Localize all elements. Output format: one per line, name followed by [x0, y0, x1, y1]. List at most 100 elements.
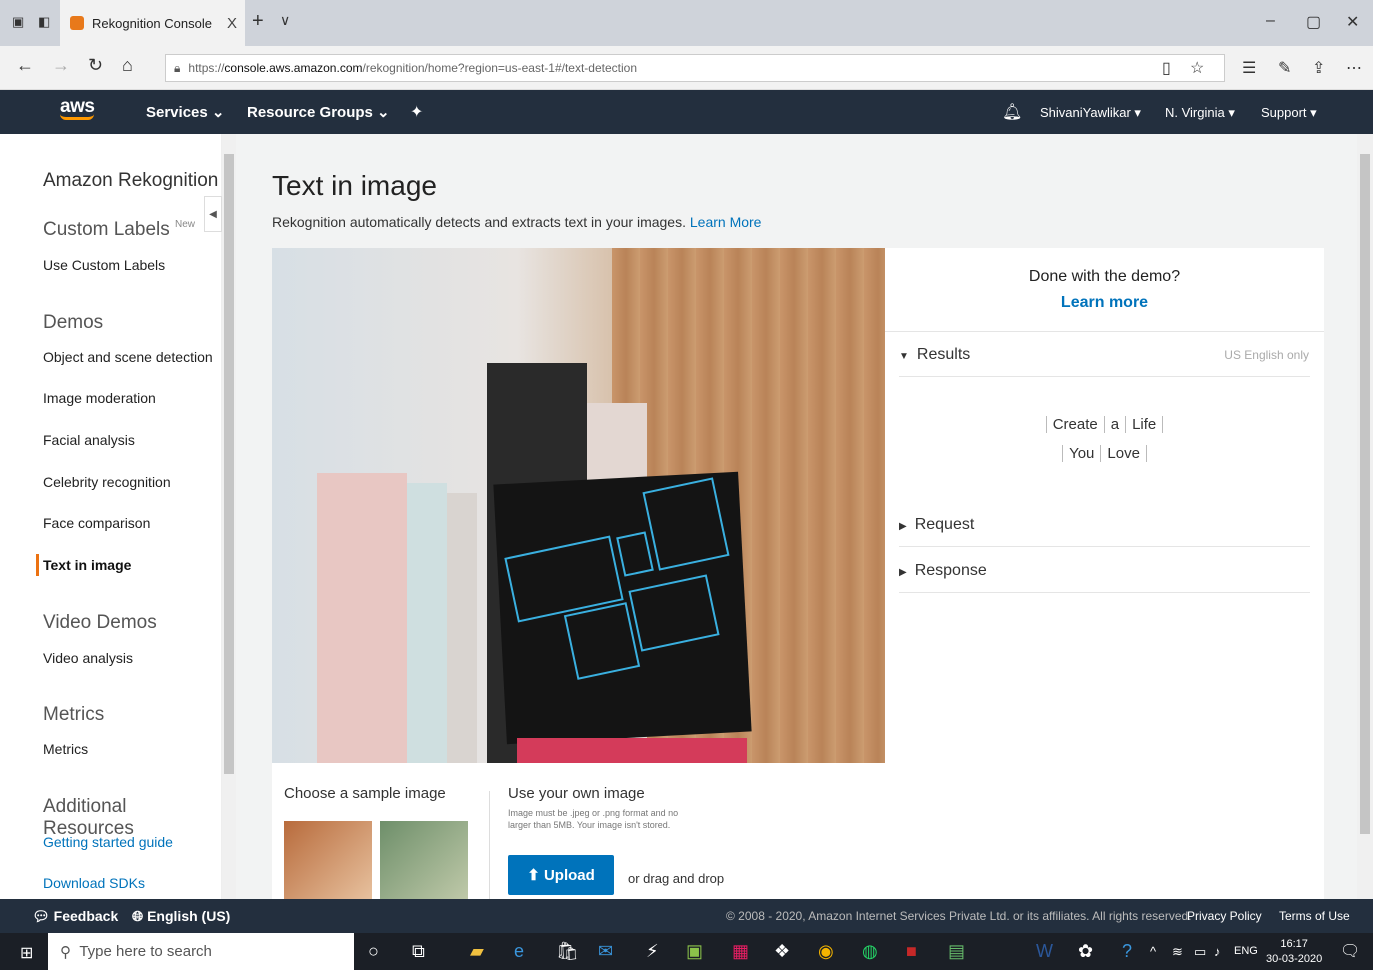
- upload-icon: ⬆: [527, 867, 544, 884]
- minimize-icon[interactable]: –: [1266, 12, 1275, 30]
- request-divider: [899, 546, 1310, 547]
- app-icon[interactable]: ⚡︎: [646, 941, 659, 962]
- sidebar-scroll-thumb[interactable]: [224, 154, 234, 774]
- task-view-icon[interactable]: ⧉: [412, 941, 425, 962]
- tray-expand-icon[interactable]: ^: [1150, 944, 1156, 959]
- url-field[interactable]: 🔒︎ https://console.aws.amazon.com/rekogn…: [165, 54, 1225, 82]
- whatsapp-icon[interactable]: ◍: [862, 941, 878, 962]
- sidebar-title[interactable]: Amazon Rekognition: [43, 170, 218, 192]
- request-toggle[interactable]: ▶ Request: [899, 516, 974, 534]
- file-explorer-icon[interactable]: ▰: [470, 941, 484, 962]
- feedback-button[interactable]: 💬︎ Feedback: [32, 908, 118, 925]
- new-tab-button[interactable]: +: [252, 10, 264, 33]
- detection-box-you: [563, 602, 641, 680]
- sidebar-item-image-moderation[interactable]: Image moderation: [43, 390, 156, 406]
- done-demo-text: Done with the demo?: [1028, 268, 1181, 285]
- pen-icon[interactable]: ✎: [1278, 58, 1291, 78]
- tab-menu-chevron-icon[interactable]: ∨: [280, 12, 290, 29]
- new-badge: New: [175, 219, 196, 230]
- back-icon[interactable]: ←: [16, 55, 34, 76]
- pin-icon[interactable]: ✦: [410, 102, 423, 122]
- results-panel: Done with the demo? Learn more ▼ Results …: [885, 248, 1324, 899]
- results-toggle[interactable]: ▼ Results: [899, 346, 970, 364]
- share-icon[interactable]: ⇪: [1312, 58, 1325, 78]
- taskbar-search[interactable]: ⚲ Type here to search: [48, 933, 354, 970]
- collapse-sidebar-icon[interactable]: ◀: [204, 196, 222, 232]
- notifications-icon[interactable]: 🗨︎: [1340, 941, 1360, 961]
- tab-actions-icon[interactable]: ▣: [12, 14, 24, 30]
- sidebar-item-video-analysis[interactable]: Video analysis: [43, 650, 133, 666]
- sidebar-item-celebrity-recognition[interactable]: Celebrity recognition: [43, 474, 171, 490]
- store-icon[interactable]: 🛍︎: [556, 941, 579, 962]
- address-bar-row: ← → ↻ ⌂ 🔒︎ https://console.aws.amazon.co…: [0, 46, 1373, 90]
- user-menu[interactable]: ShivaniYawlikar ▾: [1040, 105, 1141, 121]
- favorites-hub-icon[interactable]: ☰: [1242, 58, 1256, 78]
- page-scroll-thumb[interactable]: [1360, 154, 1370, 834]
- chrome-icon[interactable]: ◉: [818, 941, 834, 962]
- sidebar-item-text-in-image[interactable]: Text in image: [43, 557, 131, 573]
- favorite-star-icon[interactable]: ☆: [1190, 58, 1204, 78]
- page-scrollbar[interactable]: [1357, 134, 1373, 899]
- sample-thumbnail-mug[interactable]: [284, 821, 372, 899]
- edge-icon[interactable]: e: [514, 941, 524, 962]
- sidebar-item-object-scene[interactable]: Object and scene detection: [43, 349, 213, 365]
- sidebar-item-metrics[interactable]: Metrics: [43, 741, 88, 757]
- language-selector[interactable]: 🌐︎ English (US): [132, 908, 230, 925]
- windows-start-icon[interactable]: ⊞: [20, 943, 33, 963]
- subtitle-text: Rekognition automatically detects and ex…: [272, 214, 686, 230]
- page-title: Text in image: [272, 170, 437, 201]
- detected-word[interactable]: Love: [1100, 445, 1147, 462]
- sidebar-scrollbar[interactable]: [222, 134, 236, 899]
- bell-icon[interactable]: 🔔︎: [1002, 102, 1022, 122]
- privacy-policy-link[interactable]: Privacy Policy: [1187, 909, 1262, 923]
- network-icon[interactable]: ≋: [1172, 944, 1183, 960]
- sidebar-item-facial-analysis[interactable]: Facial analysis: [43, 432, 135, 448]
- sidebar-item-face-comparison[interactable]: Face comparison: [43, 515, 150, 531]
- resource-groups-menu[interactable]: Resource Groups ⌄: [247, 103, 390, 121]
- upload-button[interactable]: ⬆ Upload: [508, 855, 614, 895]
- app-icon[interactable]: ■: [906, 941, 917, 962]
- refresh-icon[interactable]: ↻: [88, 55, 103, 76]
- terms-of-use-link[interactable]: Terms of Use: [1279, 909, 1350, 923]
- taskbar-clock[interactable]: 16:17 30-03-2020: [1266, 937, 1322, 967]
- sample-thumbnail-car[interactable]: [380, 821, 468, 899]
- home-icon[interactable]: ⌂: [122, 55, 133, 76]
- mail-icon[interactable]: ✉: [598, 941, 613, 962]
- maximize-icon[interactable]: ▢: [1306, 12, 1321, 32]
- set-aside-tabs-icon[interactable]: ◧: [38, 14, 50, 30]
- learn-more-panel-link[interactable]: Learn more: [885, 294, 1324, 312]
- cortana-icon[interactable]: ○: [368, 941, 379, 962]
- detected-word[interactable]: You: [1062, 445, 1101, 462]
- app-icon[interactable]: ▦: [732, 941, 749, 962]
- support-menu[interactable]: Support ▾: [1261, 105, 1317, 121]
- sidebar-item-use-custom-labels[interactable]: Use Custom Labels: [43, 257, 165, 273]
- aws-logo[interactable]: aws: [60, 96, 95, 120]
- detected-word[interactable]: Create: [1045, 416, 1104, 433]
- input-language[interactable]: ENG: [1234, 945, 1258, 957]
- app-icon[interactable]: ✿: [1078, 941, 1093, 962]
- learn-more-link[interactable]: Learn More: [690, 214, 762, 230]
- battery-icon[interactable]: ▭: [1194, 944, 1206, 960]
- reading-view-icon[interactable]: ▯: [1162, 58, 1171, 78]
- response-toggle[interactable]: ▶ Response: [899, 562, 987, 580]
- detected-word[interactable]: Life: [1125, 416, 1164, 433]
- getting-started-link[interactable]: Getting started guide: [43, 834, 173, 850]
- dropbox-icon[interactable]: ❖: [774, 941, 790, 962]
- app-icon[interactable]: ▤: [948, 941, 965, 962]
- volume-icon[interactable]: ♪: [1214, 944, 1221, 959]
- forward-icon[interactable]: →: [52, 55, 70, 76]
- word-icon[interactable]: W: [1036, 941, 1053, 962]
- browser-tab[interactable]: Rekognition Console X: [60, 0, 245, 46]
- image-book: [407, 483, 447, 763]
- close-tab-icon[interactable]: X: [227, 15, 237, 32]
- download-sdks-link[interactable]: Download SDKs: [43, 875, 145, 891]
- region-menu[interactable]: N. Virginia ▾: [1165, 105, 1235, 121]
- aws-top-nav: aws Services ⌄ Resource Groups ⌄ ✦ 🔔︎ Sh…: [0, 90, 1373, 134]
- close-window-icon[interactable]: ✕: [1346, 12, 1359, 32]
- tab-title: Rekognition Console: [92, 15, 212, 31]
- help-icon[interactable]: ?: [1122, 941, 1132, 962]
- more-icon[interactable]: ⋯: [1346, 58, 1362, 78]
- detected-word[interactable]: a: [1103, 416, 1126, 433]
- app-icon[interactable]: ▣: [686, 941, 703, 962]
- services-menu[interactable]: Services ⌄: [146, 103, 224, 121]
